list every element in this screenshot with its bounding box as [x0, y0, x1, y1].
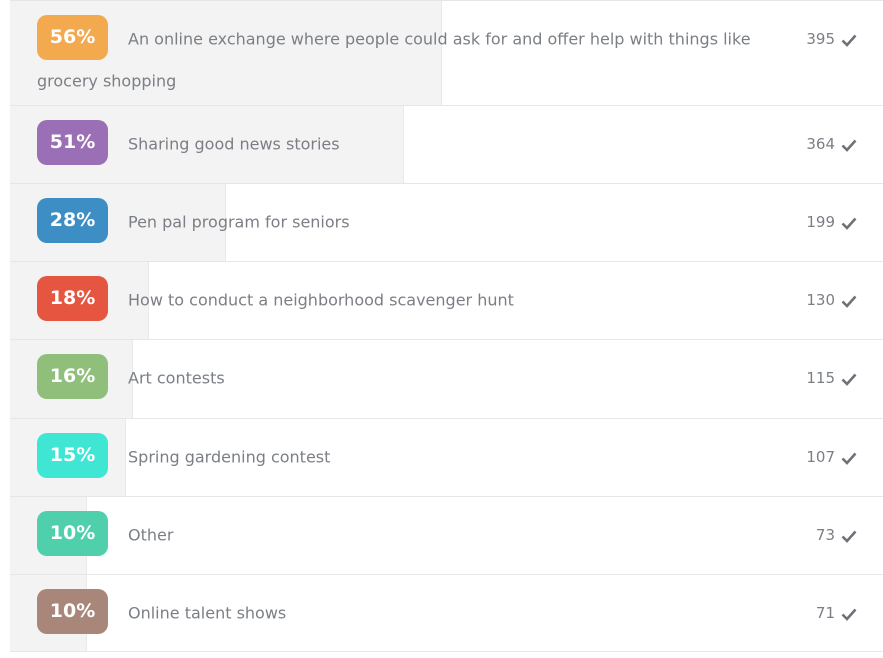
- poll-option-row[interactable]: 28% Pen pal program for seniors 199: [10, 184, 883, 262]
- vote-count: 130: [806, 278, 857, 323]
- poll-option-content: 10% Other: [10, 497, 883, 574]
- option-label: Pen pal program for seniors: [128, 212, 350, 232]
- vote-count-value: 115: [806, 369, 835, 387]
- vote-count-value: 71: [815, 604, 835, 622]
- check-icon: [841, 373, 857, 386]
- vote-count: 115: [806, 356, 857, 401]
- vote-count-value: 73: [815, 526, 835, 544]
- option-label: An online exchange where people could as…: [37, 29, 751, 91]
- vote-count-value: 199: [806, 213, 835, 231]
- poll-option-row[interactable]: 10% Other 73: [10, 497, 883, 575]
- percent-badge: 15%: [37, 433, 108, 478]
- check-icon: [841, 34, 857, 47]
- check-icon: [841, 139, 857, 152]
- vote-count: 73: [816, 513, 857, 558]
- vote-count-value: 395: [806, 30, 835, 48]
- poll-option-row[interactable]: 16% Art contests 115: [10, 340, 883, 419]
- vote-count: 395: [806, 17, 857, 62]
- poll-option-row[interactable]: 51% Sharing good news stories 364: [10, 106, 883, 184]
- check-icon: [841, 295, 857, 308]
- option-label: Other: [128, 525, 174, 545]
- percent-badge: 56%: [37, 15, 108, 60]
- vote-count: 71: [816, 591, 857, 636]
- poll-option-content: 16% Art contests: [10, 340, 883, 417]
- option-label: Art contests: [128, 368, 225, 388]
- poll-option-row[interactable]: 18% How to conduct a neighborhood scaveng…: [10, 262, 883, 340]
- check-icon: [841, 608, 857, 621]
- percent-badge: 16%: [37, 354, 108, 399]
- check-icon: [841, 452, 857, 465]
- percent-badge: 51%: [37, 120, 108, 165]
- check-icon: [841, 217, 857, 230]
- percent-badge: 10%: [37, 589, 108, 634]
- poll-option-content: 15% Spring gardening contest: [10, 419, 883, 496]
- poll-option-content: 51% Sharing good news stories: [10, 106, 883, 183]
- percent-badge: 18%: [37, 276, 108, 321]
- poll-option-content: 28% Pen pal program for seniors: [10, 184, 883, 261]
- poll-option-content: 56% An online exchange where people could…: [10, 1, 883, 105]
- vote-count-value: 130: [806, 291, 835, 309]
- poll-option-row[interactable]: 10% Online talent shows 71: [10, 575, 883, 652]
- poll-option-row[interactable]: 15% Spring gardening contest 107: [10, 419, 883, 497]
- vote-count: 107: [806, 435, 857, 480]
- option-label: Sharing good news stories: [128, 134, 340, 154]
- poll-option-content: 10% Online talent shows: [10, 575, 883, 651]
- check-icon: [841, 530, 857, 543]
- option-label: How to conduct a neighborhood scavenger …: [128, 290, 514, 310]
- poll-option-content: 18% How to conduct a neighborhood scaveng…: [10, 262, 883, 339]
- vote-count: 199: [806, 200, 857, 245]
- poll-results: 56% An online exchange where people could…: [10, 0, 883, 658]
- vote-count: 364: [806, 122, 857, 167]
- vote-count-value: 364: [806, 135, 835, 153]
- percent-badge: 10%: [37, 511, 108, 556]
- poll-option-row[interactable]: 56% An online exchange where people could…: [10, 0, 883, 106]
- option-label: Spring gardening contest: [128, 447, 331, 467]
- vote-count-value: 107: [806, 448, 835, 466]
- percent-badge: 28%: [37, 198, 108, 243]
- option-label: Online talent shows: [128, 603, 287, 623]
